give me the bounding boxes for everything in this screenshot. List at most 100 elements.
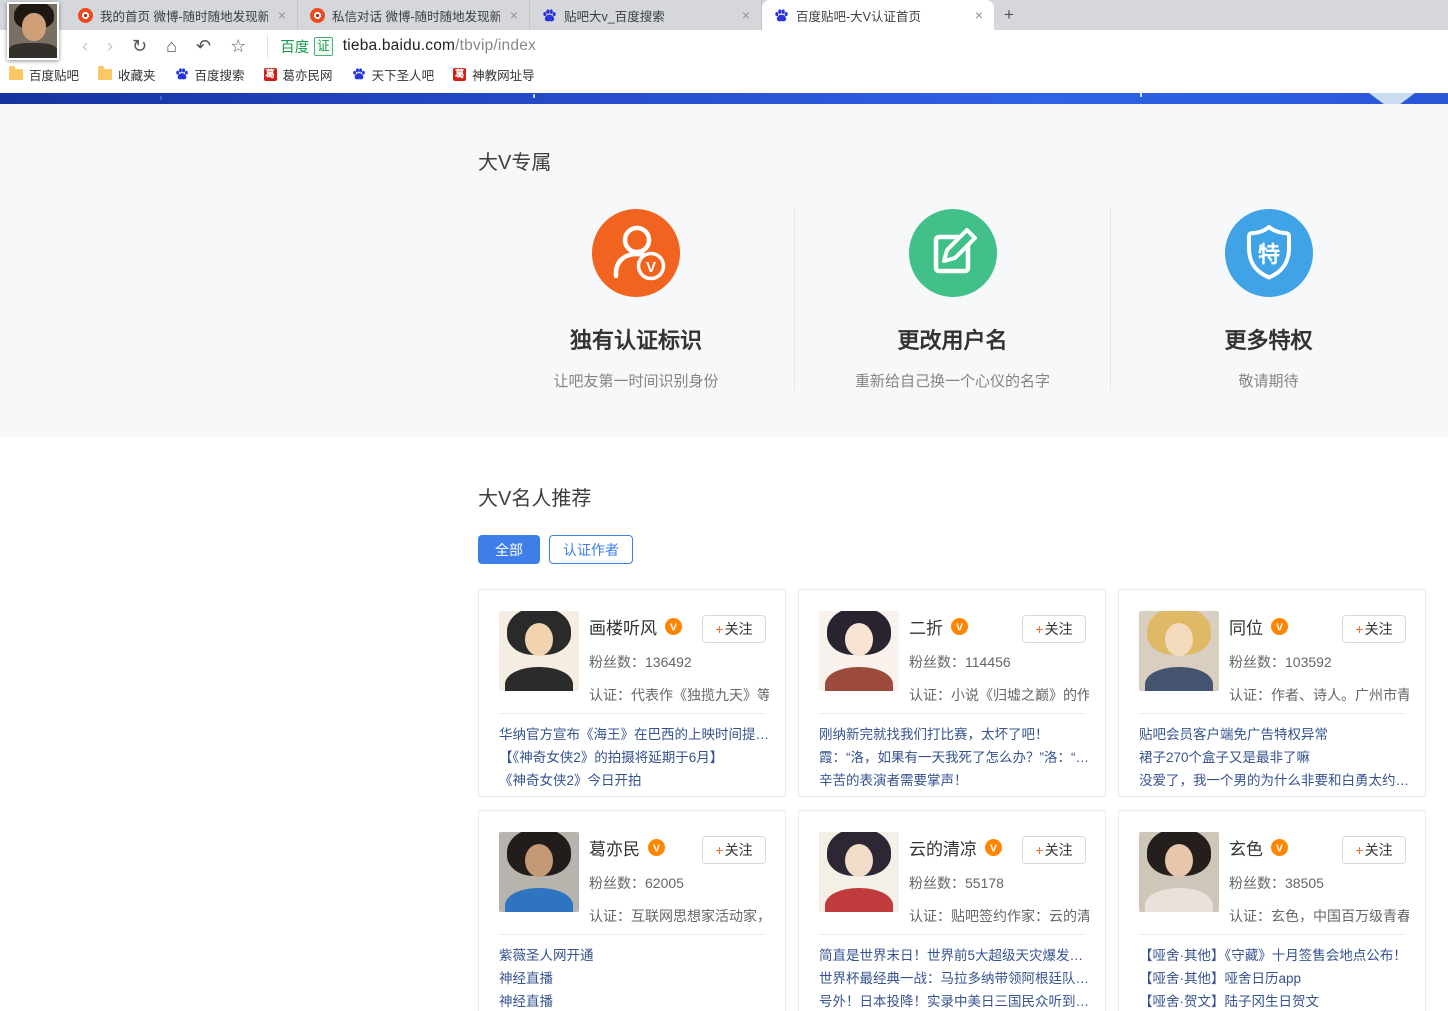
filter-tabs: 全部 认证作者 [478,535,1426,564]
browser-profile-photo[interactable] [7,2,59,60]
bookmark-star-icon[interactable]: ☆ [230,37,246,55]
address-bar[interactable]: 百度 证 tieba.baidu.com/tbvip/index [267,34,1448,58]
avatar[interactable] [499,611,579,691]
feature-title: 更改用户名 [795,323,1110,355]
plus-icon: + [1355,621,1363,637]
tab-close-icon[interactable]: × [275,8,289,22]
browser-tab-tieba-vip-active[interactable]: 百度贴吧-大V认证首页 × [762,0,994,30]
bookmark-tianxia-shengren[interactable]: 天下圣人吧 [352,65,435,84]
follow-button[interactable]: +关注 [1022,615,1086,643]
vip-privileges-section: 大V专属 V 独有认证标识 让吧友第一时间识别身份 [0,104,1448,437]
plus-icon: + [1355,842,1363,858]
follow-button[interactable]: +关注 [1342,615,1406,643]
refresh-icon[interactable]: ↻ [132,37,147,55]
baidu-paw-icon [175,67,189,81]
post-link[interactable]: 【哑舍·其他】《守藏》十月签售会地点公布！ [1139,944,1409,967]
bookmark-geyimin[interactable]: 葛葛亦民网 [264,65,333,84]
user-card: 二折 V 粉丝数：114456 认证：小说《归墟之巅》的作... +关注 刚纳新… [798,589,1106,797]
browser-tab-weibo-messages[interactable]: 私信对话 微博-随时随地发现新鲜事 × [298,0,530,30]
post-link[interactable]: 裙子270个盒子又是最非了嘛 [1139,746,1409,769]
post-link[interactable]: 刚纳新完就找我们打比赛，太坏了吧！ [819,723,1089,746]
tab-strip: 我的首页 微博-随时随地发现新鲜事 × 私信对话 微博-随时随地发现新鲜事 × … [0,0,1448,30]
certification-text: 认证：作者、诗人。广州市青... [1229,685,1409,705]
section-title: 大V名人推荐 [478,482,1426,511]
baidu-paw-icon [542,8,557,23]
user-card: 葛亦民 V 粉丝数：62005 认证：互联网思想家活动家，... +关注 紫薇圣… [478,810,786,1011]
tieba-vip-page: 大V专属 V 独有认证标识 让吧友第一时间识别身份 [0,93,1448,1011]
tab-close-icon[interactable]: × [507,8,521,22]
certification-text: 认证：贴吧签约作家：云的清... [909,906,1089,926]
undo-icon[interactable]: ↶ [196,37,211,55]
post-link[interactable]: 霞：“洛，如果有一天我死了怎么办？”洛：“我会... [819,746,1089,769]
divider [499,934,765,935]
new-tab-button[interactable]: + [994,0,1024,30]
certification-text: 认证：代表作《独揽九天》等 [589,685,769,705]
back-icon[interactable]: ‹ [82,37,88,55]
browser-tab-baidu-search[interactable]: 贴吧大v_百度搜索 × [530,0,762,30]
post-link[interactable]: 号外！日本投降！实录中美日三国民众听到这个... [819,990,1089,1011]
forward-icon[interactable]: › [107,37,113,55]
avatar[interactable] [1139,832,1219,912]
post-link[interactable]: 辛苦的表演者需要掌声！ [819,769,1089,792]
shield-icon: 特 [1225,209,1313,297]
avatar[interactable] [819,611,899,691]
post-link[interactable]: 紫薇圣人网开通 [499,944,769,967]
ge-badge-icon: 葛 [264,68,277,81]
v-badge-icon: V [1271,618,1288,635]
post-link[interactable]: 华纳官方宣布《海王》在巴西的上映时间提档至... [499,723,769,746]
post-list: 简直是世界末日！世界前5大超级天灾爆发，灾... 世界杯最经典一战：马拉多纳带领… [819,944,1089,1011]
navigation-bar: ‹ › ↻ ⌂ ↶ ☆ 百度 证 tieba.baidu.com/tbvip/i… [0,30,1448,62]
post-link[interactable]: 《神奇女侠2》今日开拍 [499,769,769,792]
user-name[interactable]: 玄色 [1229,835,1263,860]
follow-button[interactable]: +关注 [1022,836,1086,864]
bookmark-tieba[interactable]: 百度贴吧 [9,65,79,84]
filter-all-button[interactable]: 全部 [478,535,540,564]
baidu-paw-icon [352,67,366,81]
user-card: 玄色 V 粉丝数：38505 认证：玄色，中国百万级青春... +关注 【哑舍·… [1118,810,1426,1011]
post-link[interactable]: 【哑舍·其他】哑舍日历app [1139,967,1409,990]
url-text: tieba.baidu.com/tbvip/index [343,37,536,55]
user-name[interactable]: 葛亦民 [589,835,640,860]
tab-close-icon[interactable]: × [972,8,986,22]
filter-certified-author-button[interactable]: 认证作者 [549,535,633,564]
avatar[interactable] [499,832,579,912]
user-v-icon: V [592,209,680,297]
post-link[interactable]: 【《神奇女侠2》的拍摄将延期于6月】 [499,746,769,769]
avatar[interactable] [1139,611,1219,691]
post-link[interactable]: 没爱了，我一个男的为什么非要和白勇太约会？ [1139,769,1409,792]
post-link[interactable]: 神经直播 [499,990,769,1011]
plus-icon: + [715,621,723,637]
svg-text:特: 特 [1257,242,1279,267]
user-name[interactable]: 画楼听风 [589,614,657,639]
follow-button[interactable]: +关注 [702,615,766,643]
post-link[interactable]: 贴吧会员客户端免广告特权异常 [1139,723,1409,746]
photo-face [22,13,46,41]
post-link[interactable]: 简直是世界末日！世界前5大超级天灾爆发，灾... [819,944,1089,967]
folder-icon [98,69,112,80]
bookmarks-bar: 百度贴吧 收藏夹 百度搜索 葛葛亦民网 天下圣人吧 葛神教网址导 [0,62,1448,86]
bookmark-favorites[interactable]: 收藏夹 [98,65,156,84]
follow-button[interactable]: +关注 [702,836,766,864]
weibo-icon [78,8,93,23]
ge-badge-icon: 葛 [453,68,466,81]
user-name[interactable]: 云的清凉 [909,835,977,860]
avatar[interactable] [819,832,899,912]
tab-title: 百度贴吧-大V认证首页 [796,6,965,25]
tab-close-icon[interactable]: × [739,8,753,22]
v-badge-icon: V [1271,839,1288,856]
post-list: 【哑舍·其他】《守藏》十月签售会地点公布！ 【哑舍·其他】哑舍日历app 【哑舍… [1139,944,1409,1011]
v-badge-icon: V [648,839,665,856]
bookmark-baidu-search[interactable]: 百度搜索 [175,65,245,84]
home-icon[interactable]: ⌂ [166,37,177,55]
feature-title: 独有认证标识 [478,323,794,355]
svg-text:V: V [670,622,677,633]
user-name[interactable]: 二折 [909,614,943,639]
post-link[interactable]: 世界杯最经典一战：马拉多纳带领阿根廷队，为... [819,967,1089,990]
post-link[interactable]: 神经直播 [499,967,769,990]
follow-button[interactable]: +关注 [1342,836,1406,864]
browser-tab-weibo-home[interactable]: 我的首页 微博-随时随地发现新鲜事 × [66,0,298,30]
user-name[interactable]: 同位 [1229,614,1263,639]
bookmark-shenjiao-nav[interactable]: 葛神教网址导 [453,65,535,84]
certification-text: 认证：互联网思想家活动家，... [589,906,769,926]
post-link[interactable]: 【哑舍·贺文】陆子冈生日贺文 [1139,990,1409,1011]
